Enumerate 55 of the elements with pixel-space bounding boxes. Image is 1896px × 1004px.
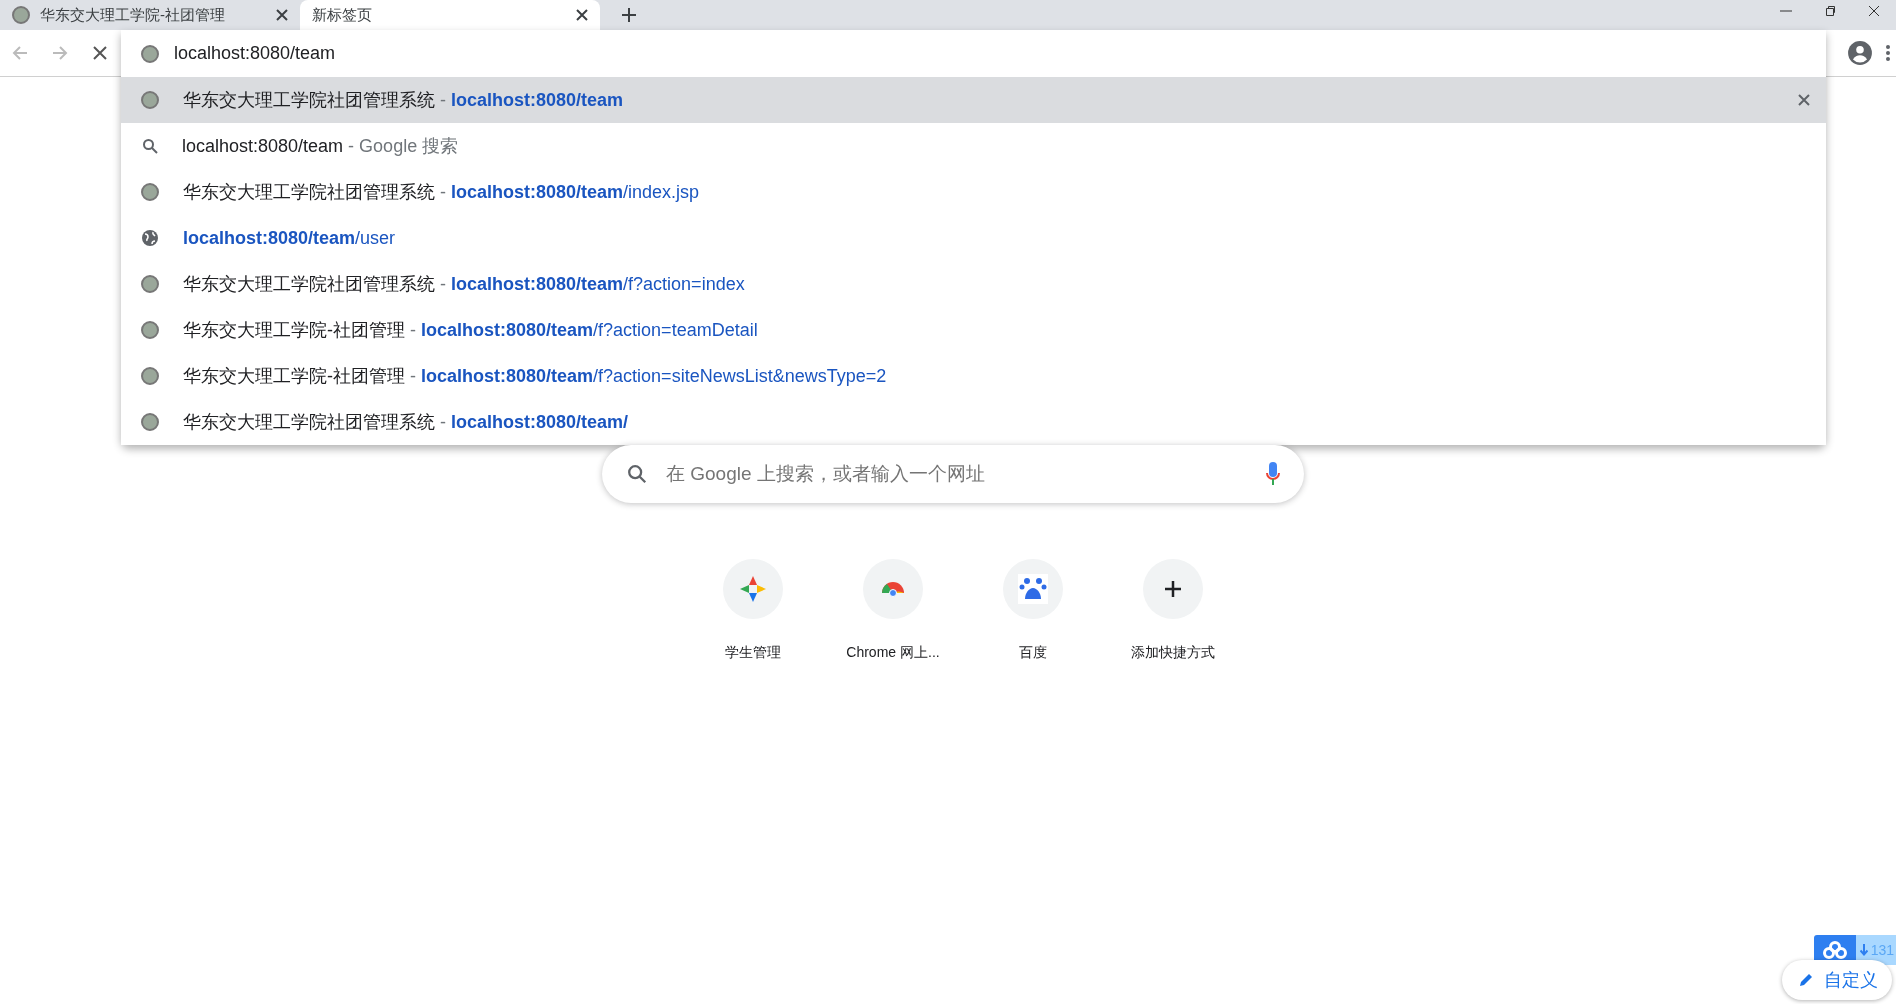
suggestion-text: 华东交大理工学院社团管理系统 - localhost:8080/team — [183, 88, 624, 112]
remove-suggestion-icon[interactable] — [1798, 94, 1810, 106]
globe-icon — [141, 229, 159, 247]
restore-icon — [1824, 5, 1836, 17]
shortcut-label[interactable]: Chrome 网上... — [846, 642, 940, 663]
search-icon — [626, 463, 648, 485]
paw-logo-icon — [1018, 574, 1048, 604]
search-icon — [142, 138, 158, 154]
suggestion-row[interactable]: 华东交大理工学院社团管理系统 - localhost:8080/team — [121, 77, 1826, 123]
site-favicon — [141, 321, 159, 339]
stop-icon — [92, 45, 108, 61]
forward-arrow-icon — [51, 44, 69, 62]
shortcut-label[interactable]: 百度 — [1019, 642, 1047, 663]
suggestion-row[interactable]: 华东交大理工学院社团管理系统 - localhost:8080/team/index.jsp — [121, 169, 1826, 215]
suggestion-text: localhost:8080/team - Google 搜索 — [182, 134, 459, 158]
plus-icon — [621, 7, 637, 23]
suggestion-row[interactable]: 华东交大理工学院社团管理系统 - localhost:8080/team/f?action=index — [121, 261, 1826, 307]
suggestion-row[interactable]: 华东交大理工学院-社团管理 - localhost:8080/team/f?action=siteNewsList&newsType=2 — [121, 353, 1826, 399]
site-favicon — [141, 367, 159, 385]
suggestion-text: 华东交大理工学院-社团管理 - localhost:8080/team/f?action=teamDetail — [183, 318, 758, 342]
site-favicon — [12, 6, 30, 24]
star-logo-icon — [738, 574, 768, 604]
suggestion-row[interactable]: 华东交大理工学院社团管理系统 - localhost:8080/team/ — [121, 399, 1826, 445]
suggestion-row[interactable]: 华东交大理工学院-社团管理 - localhost:8080/team/f?action=teamDetail — [121, 307, 1826, 353]
suggestion-text: localhost:8080/team/user — [183, 226, 396, 250]
shortcut-label[interactable]: 添加快捷方式 — [1131, 642, 1215, 663]
site-favicon — [141, 183, 159, 201]
plus-icon — [1164, 580, 1182, 598]
customize-button[interactable]: 自定义 — [1782, 960, 1892, 1000]
close-tab-icon[interactable] — [576, 9, 588, 21]
download-arrow-icon — [1859, 944, 1868, 956]
chrome-logo-icon — [881, 581, 905, 597]
menu-icon[interactable] — [1885, 44, 1891, 62]
site-favicon — [141, 275, 159, 293]
site-favicon — [141, 91, 159, 109]
suggestion-row[interactable]: localhost:8080/team - Google 搜索 — [121, 123, 1826, 169]
cloud-logo-icon — [1822, 941, 1847, 959]
suggestion-row[interactable]: localhost:8080/team/user — [121, 215, 1826, 261]
browser-tab[interactable]: 新标签页 — [300, 0, 600, 30]
suggestion-text: 华东交大理工学院-社团管理 - localhost:8080/team/f?action=siteNewsList&newsType=2 — [183, 364, 887, 388]
microphone-icon[interactable] — [1266, 462, 1280, 486]
site-favicon — [141, 44, 159, 63]
pencil-icon — [1798, 972, 1814, 988]
suggestion-text: 华东交大理工学院社团管理系统 - localhost:8080/team/f?action=index — [183, 272, 745, 296]
site-favicon — [141, 413, 159, 431]
back-arrow-icon — [11, 44, 29, 62]
minimize-icon — [1780, 10, 1792, 12]
address-field[interactable]: localhost:8080/team — [174, 38, 774, 69]
close-icon — [1868, 5, 1880, 17]
account-icon[interactable] — [1847, 40, 1873, 66]
search-field[interactable]: 在 Google 上搜索，或者输入一个网址 — [602, 445, 1304, 503]
suggestion-text: 华东交大理工学院社团管理系统 - localhost:8080/team/ — [183, 410, 629, 434]
close-tab-icon[interactable] — [276, 9, 288, 21]
shortcut-label[interactable]: 学生管理 — [725, 642, 781, 663]
suggestion-text: 华东交大理工学院社团管理系统 - localhost:8080/team/index.jsp — [183, 180, 700, 204]
